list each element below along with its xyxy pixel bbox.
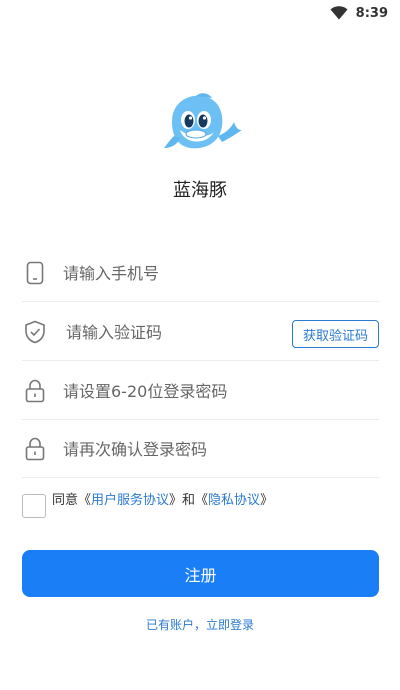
- phone-icon: [23, 261, 47, 285]
- register-screen: 8:39 蓝海豚 请输入手机号 请输入验证码 获取验证码 请设置6-20位登录密…: [0, 0, 400, 690]
- password-row: [22, 362, 379, 420]
- app-name: 蓝海豚: [173, 180, 227, 201]
- confirm-password-row: [22, 420, 379, 478]
- app-logo: [162, 92, 242, 158]
- code-input[interactable]: [66, 317, 246, 347]
- login-link[interactable]: 已有账户，立即登录: [0, 616, 400, 633]
- status-time: 8:39: [355, 5, 388, 21]
- agreement-text: 同意《用户服务协议》和《隐私协议》: [52, 492, 273, 510]
- get-code-button[interactable]: 获取验证码: [292, 320, 379, 348]
- register-button[interactable]: 注册: [22, 550, 379, 597]
- phone-input[interactable]: [63, 258, 343, 288]
- terms-link[interactable]: 用户服务协议: [91, 493, 169, 508]
- confirm-password-input[interactable]: [63, 434, 343, 464]
- agree-checkbox[interactable]: [22, 494, 46, 518]
- dolphin-logo: [164, 93, 242, 149]
- code-row: 获取验证码: [22, 303, 379, 361]
- lock-icon: [23, 379, 47, 403]
- privacy-link[interactable]: 隐私协议: [208, 493, 260, 508]
- agreement-row: 同意《用户服务协议》和《隐私协议》: [22, 492, 273, 518]
- wifi-icon: [330, 6, 348, 20]
- status-bar: 8:39: [0, 0, 400, 26]
- lock-icon: [23, 437, 47, 461]
- password-input[interactable]: [63, 376, 343, 406]
- agreement-prefix: 同意《: [52, 493, 92, 508]
- phone-row: [22, 244, 379, 302]
- shield-check-icon: [23, 320, 47, 344]
- agreement-suffix: 》: [260, 493, 274, 508]
- agreement-middle: 》和《: [169, 493, 209, 508]
